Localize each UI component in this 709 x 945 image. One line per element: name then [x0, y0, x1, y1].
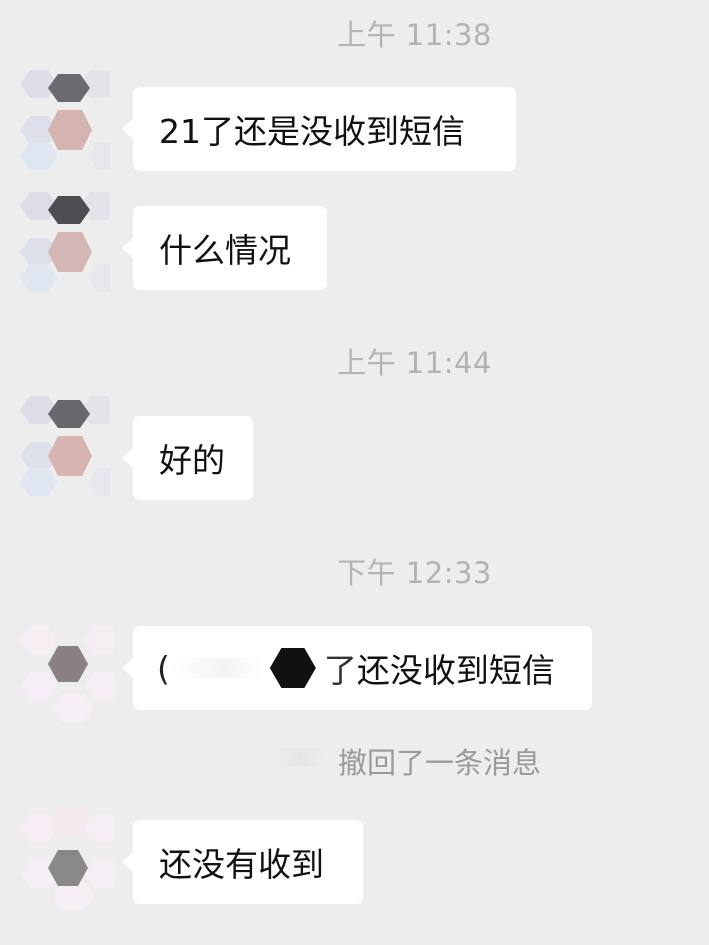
contact-avatar[interactable]: [10, 396, 110, 500]
blurred-hexagon-avatar-icon: [20, 626, 114, 722]
redacted-text-fragment: 了: [323, 651, 357, 690]
message-text: 21了还是没收到短信: [159, 112, 465, 151]
blurred-hexagon-avatar-icon: [20, 192, 110, 292]
contact-avatar[interactable]: [10, 192, 110, 296]
timestamp-1233: 下午 12:33: [337, 556, 492, 590]
contact-avatar[interactable]: [14, 620, 114, 724]
message-bubble[interactable]: 好的: [122, 416, 253, 500]
contact-avatar[interactable]: [10, 70, 110, 174]
redaction-blot: [269, 648, 316, 688]
message-bubble[interactable]: 什么情况: [122, 206, 327, 290]
message-text: 好的: [159, 441, 225, 480]
redaction-mask: [270, 748, 330, 766]
blurred-hexagon-avatar-icon: [20, 808, 114, 910]
blurred-hexagon-avatar-icon: [20, 396, 110, 496]
message-text: 还没收到短信: [356, 651, 555, 690]
recall-notice: 撤回了一条消息: [338, 746, 542, 780]
message-text: 什么情况: [159, 231, 291, 270]
timestamp-1138: 上午 11:38: [337, 18, 492, 52]
redacted-text-fragment: (: [157, 648, 170, 688]
blurred-hexagon-avatar-icon: [20, 70, 110, 170]
message-bubble[interactable]: 还没有收到: [122, 820, 363, 904]
contact-avatar[interactable]: [14, 808, 114, 912]
redaction-mask: [169, 658, 262, 678]
message-bubble[interactable]: ( 了 还没收到短信: [122, 626, 592, 710]
message-bubble[interactable]: 21了还是没收到短信: [122, 87, 516, 171]
timestamp-1144: 上午 11:44: [337, 346, 492, 380]
message-text: 还没有收到: [159, 845, 324, 884]
